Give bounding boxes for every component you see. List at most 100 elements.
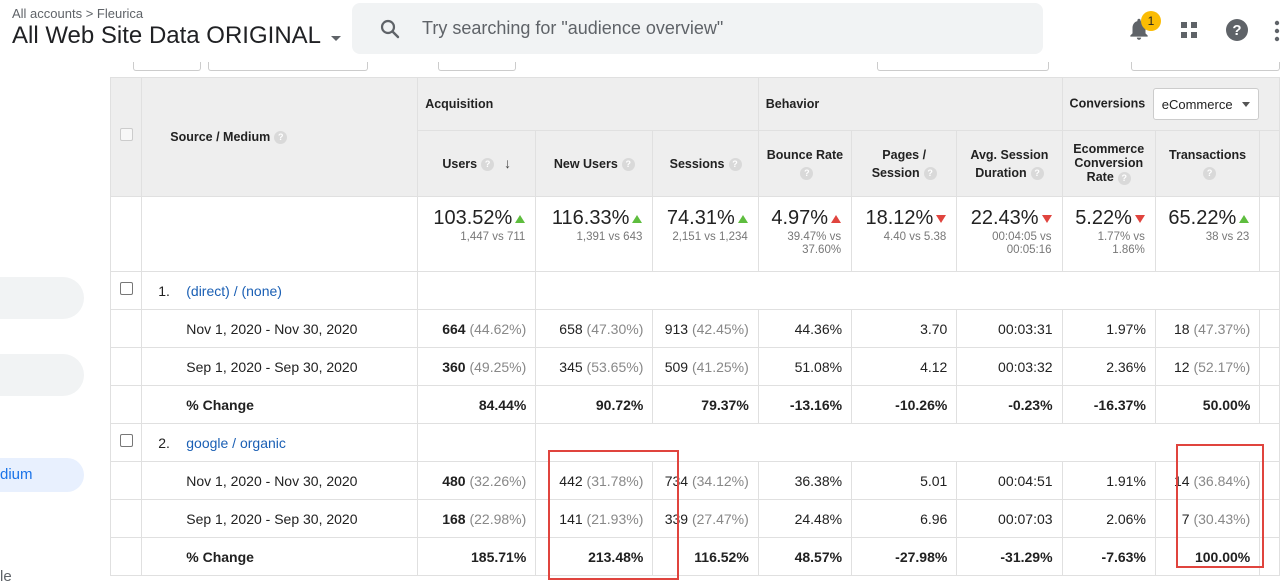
new-users-header[interactable]: New Users?	[535, 130, 654, 197]
pages-session-cell: 4.12	[851, 347, 958, 386]
sidebar-item[interactable]	[0, 354, 84, 396]
transactions-cell: 18 (47.37%)	[1154, 309, 1261, 348]
summary-avg-duration: 22.43% 00:04:05 vs 00:05:16	[956, 196, 1063, 272]
summary-ecommerce-conversion-rate: 5.22% 1.77% vs 1.86%	[1061, 196, 1156, 272]
help-icon[interactable]: ?	[621, 157, 635, 171]
breadcrumb[interactable]: All accounts > Fleurica	[12, 6, 143, 21]
row-checkbox[interactable]	[119, 282, 133, 295]
sort-descending-icon[interactable]: ↓	[504, 155, 511, 171]
table-row: Nov 1, 2020 - Nov 30, 2020 480 (32.26%) …	[109, 461, 1280, 500]
bounce-rate-cell: 36.38%	[757, 461, 853, 500]
sessions-cell: 509 (41.25%)	[652, 347, 759, 386]
sessions-cell: 913 (42.45%)	[652, 309, 759, 348]
toolbar-control[interactable]	[877, 62, 1049, 71]
select-all-checkbox[interactable]	[119, 128, 133, 141]
sidebar-item-label: dium	[0, 466, 33, 483]
search-input[interactable]	[422, 18, 982, 39]
pages-session-cell: -10.26%	[851, 385, 958, 424]
avg-duration-cell: 00:03:31	[956, 309, 1063, 348]
search-bar[interactable]	[352, 3, 1043, 54]
source-medium-header[interactable]: Source / Medium?	[141, 77, 419, 197]
sessions-header[interactable]: Sessions?	[652, 130, 759, 197]
sidebar-item[interactable]	[0, 277, 84, 319]
users-header[interactable]: Users? ↓	[417, 130, 537, 197]
avg-duration-cell: 00:07:03	[956, 499, 1063, 538]
pages-session-cell: 3.70	[851, 309, 958, 348]
summary-row: 103.52% 1,447 vs 711 116.33% 1,391 vs 643 …	[109, 196, 1280, 272]
bounce-rate-cell: -13.16%	[757, 385, 853, 424]
source-medium-link[interactable]: google / organic	[186, 435, 286, 451]
account-name: All Web Site Data ORIGINAL	[12, 22, 321, 49]
acquisition-group-header: Acquisition	[417, 77, 759, 131]
help-icon[interactable]: ?	[1030, 166, 1044, 180]
toolbar-control[interactable]	[1131, 62, 1280, 71]
sessions-cell: 79.37%	[652, 385, 759, 424]
help-icon[interactable]: ?	[728, 157, 742, 171]
avg-duration-cell: -31.29%	[956, 537, 1063, 576]
bounce-rate-cell: 24.48%	[757, 499, 853, 538]
help-icon[interactable]: ?	[481, 158, 495, 172]
help-icon[interactable]: ?	[1117, 171, 1131, 185]
transactions-cell: 12 (52.17%)	[1154, 347, 1261, 386]
select-all-cell	[109, 77, 143, 197]
avg-duration-cell: 00:03:32	[956, 347, 1063, 386]
arrow-up-icon	[737, 214, 748, 223]
users-cell: 185.71%	[417, 537, 537, 576]
report-table: Source / Medium? Acquisition Behavior Co…	[109, 77, 1280, 576]
more-menu-icon[interactable]	[1274, 20, 1280, 42]
source-row: 2. google / organic	[109, 423, 1280, 462]
ecr-cell: 1.97%	[1061, 309, 1156, 348]
new-users-cell: 90.72%	[535, 385, 654, 424]
top-header: All accounts > Fleurica All Web Site Dat…	[0, 0, 1280, 62]
percent-change-row: % Change 84.44% 90.72% 79.37% -13.16% -1…	[109, 385, 1280, 424]
pages-session-cell: 5.01	[851, 461, 958, 500]
svg-text:?: ?	[1232, 22, 1241, 39]
new-users-cell: 345 (53.65%)	[535, 347, 654, 386]
source-row: 1. (direct) / (none)	[109, 271, 1280, 310]
ecr-cell: 2.36%	[1061, 347, 1156, 386]
ecommerce-conversion-rate-header[interactable]: Ecommerce Conversion Rate?	[1061, 130, 1156, 197]
sidebar-item-source-medium[interactable]: dium	[0, 458, 84, 492]
users-cell: 168 (22.98%)	[417, 499, 537, 538]
account-selector[interactable]: All Web Site Data ORIGINAL	[12, 22, 341, 50]
help-icon[interactable]: ?	[1225, 18, 1249, 42]
toolbar-control[interactable]	[208, 62, 368, 71]
avg-duration-cell: -0.23%	[956, 385, 1063, 424]
caret-down-icon	[331, 35, 341, 41]
transactions-cell: 50.00%	[1154, 385, 1261, 424]
help-icon[interactable]: ?	[1203, 166, 1217, 180]
summary-transactions: 65.22% 38 vs 23	[1154, 196, 1261, 272]
date-range-label: Nov 1, 2020 - Nov 30, 2020	[141, 461, 419, 500]
pages-session-header[interactable]: Pages / Session?	[851, 130, 958, 197]
highlight-box-new-users	[548, 450, 679, 580]
help-icon[interactable]: ?	[274, 131, 288, 145]
bounce-rate-cell: 44.36%	[757, 309, 853, 348]
conversions-group-header: Conversions eCommerce	[1061, 77, 1280, 131]
transactions-header[interactable]: Transactions?	[1154, 130, 1261, 197]
new-users-cell: 658 (47.30%)	[535, 309, 654, 348]
ecr-cell: 2.06%	[1061, 499, 1156, 538]
table-row: Nov 1, 2020 - Nov 30, 2020 664 (44.62%) …	[109, 309, 1280, 348]
avg-session-duration-header[interactable]: Avg. Session Duration?	[956, 130, 1063, 197]
conversions-goal-select[interactable]: eCommerce	[1152, 88, 1259, 120]
help-icon[interactable]: ?	[923, 166, 937, 180]
toolbar-control[interactable]	[438, 62, 516, 71]
avg-duration-cell: 00:04:51	[956, 461, 1063, 500]
sidebar-item-label[interactable]: le	[0, 568, 12, 582]
help-icon[interactable]: ?	[800, 166, 814, 180]
users-cell: 84.44%	[417, 385, 537, 424]
date-range-label: Nov 1, 2020 - Nov 30, 2020	[141, 309, 419, 348]
notification-badge: 1	[1141, 11, 1161, 31]
row-index: 2.	[158, 434, 170, 451]
users-cell: 360 (49.25%)	[417, 347, 537, 386]
bounce-rate-header[interactable]: Bounce Rate?	[757, 130, 853, 197]
date-range-label: Sep 1, 2020 - Sep 30, 2020	[141, 347, 419, 386]
arrow-down-icon	[936, 214, 947, 223]
percent-change-label: % Change	[141, 385, 419, 424]
source-medium-link[interactable]: (direct) / (none)	[186, 283, 282, 299]
table-row: Sep 1, 2020 - Sep 30, 2020 168 (22.98%) …	[109, 499, 1280, 538]
arrow-down-icon	[1134, 214, 1145, 223]
apps-grid-icon[interactable]	[1180, 21, 1198, 39]
toolbar-control[interactable]	[133, 62, 201, 71]
row-checkbox[interactable]	[119, 434, 133, 447]
